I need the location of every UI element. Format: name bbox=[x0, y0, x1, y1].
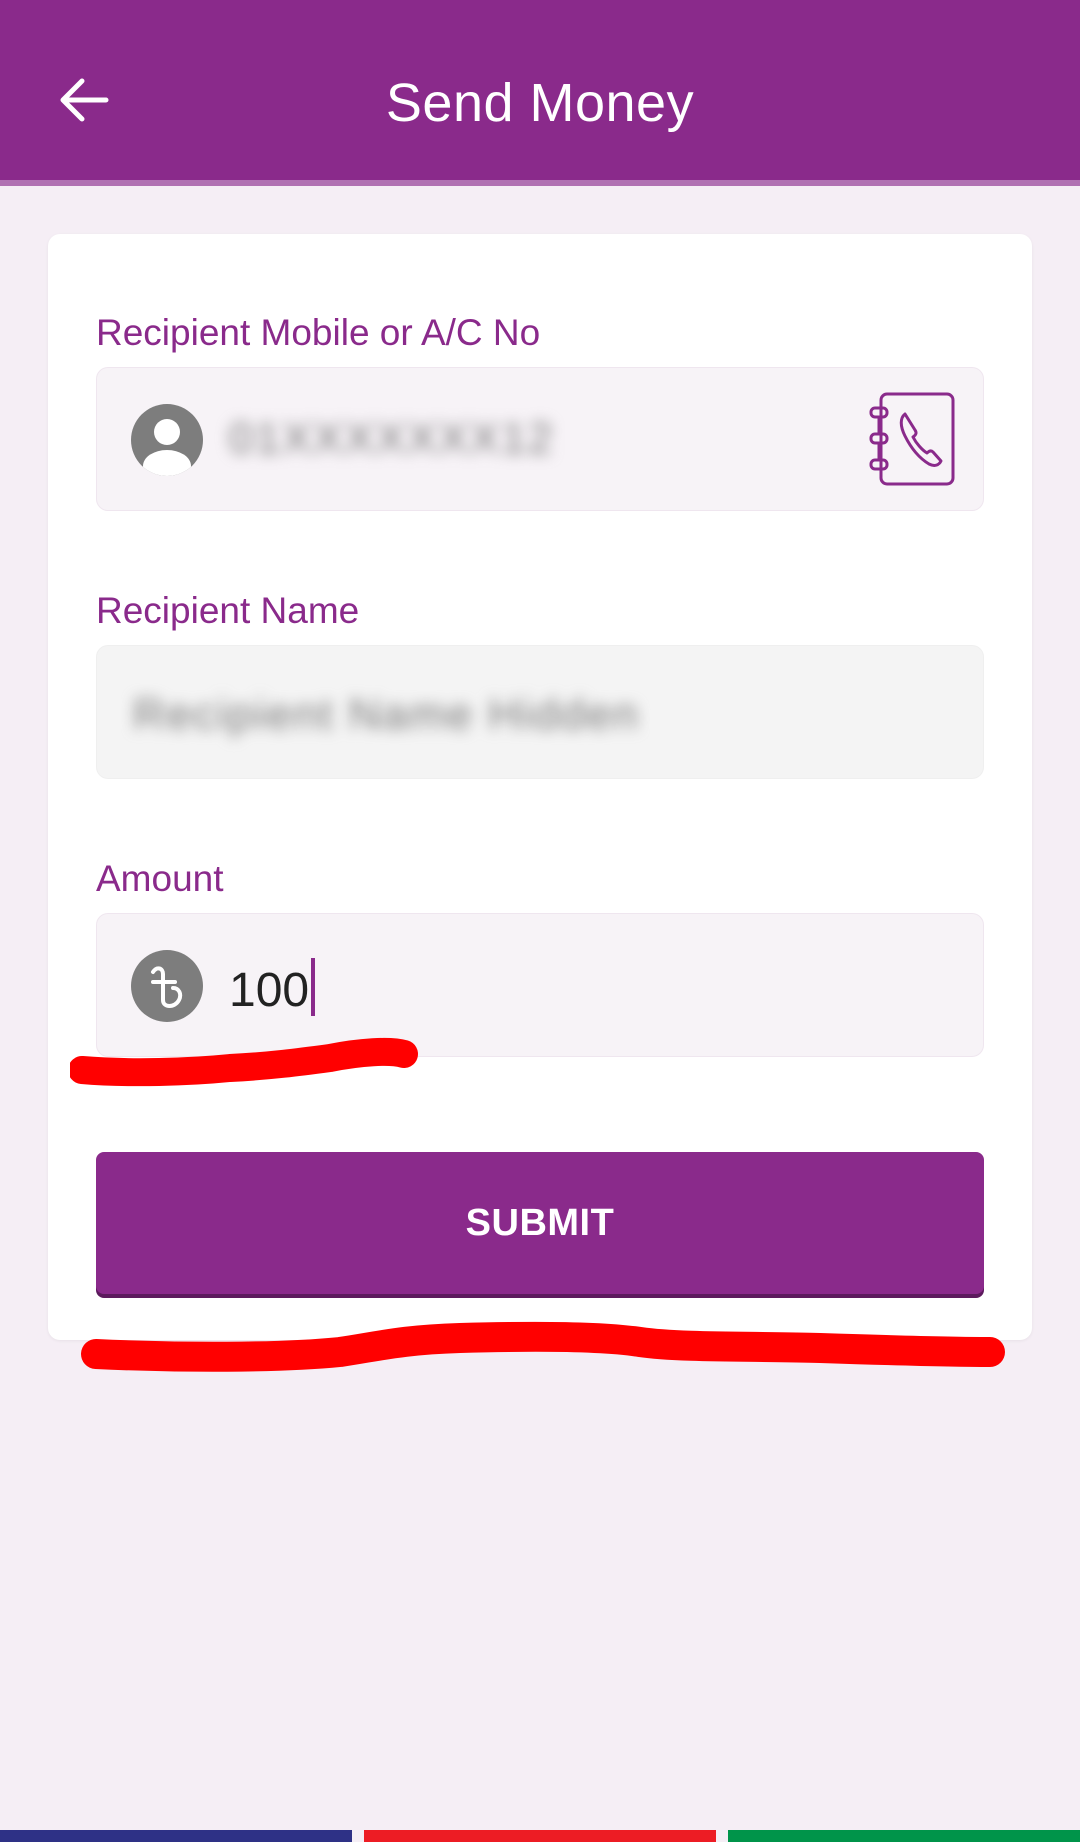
contacts-book-button[interactable] bbox=[867, 390, 957, 488]
amount-field[interactable]: 100 bbox=[96, 913, 984, 1057]
bottom-strip-blue bbox=[0, 1830, 352, 1842]
recipient-number-field[interactable]: 01XXXXXXX12 bbox=[96, 367, 984, 511]
recipient-number-value: 01XXXXXXX12 bbox=[229, 414, 555, 463]
taka-icon bbox=[131, 950, 203, 1022]
recipient-name-field: Recipient Name Hidden bbox=[96, 645, 984, 779]
recipient-name-label: Recipient Name bbox=[96, 590, 360, 631]
send-money-form-card: Recipient Mobile or A/C No 01XXXXXXX12 R… bbox=[48, 234, 1032, 1340]
recipient-name-value: Recipient Name Hidden bbox=[133, 690, 640, 739]
amount-value: 100 bbox=[229, 964, 310, 1017]
bottom-strip-red bbox=[364, 1830, 716, 1842]
amount-label: Amount bbox=[96, 858, 224, 899]
person-avatar-icon bbox=[131, 404, 203, 476]
recipient-number-label: Recipient Mobile or A/C No bbox=[96, 312, 541, 353]
text-caret bbox=[311, 958, 316, 1016]
page-title: Send Money bbox=[385, 73, 695, 133]
contacts-book-phone-icon bbox=[869, 392, 955, 486]
bottom-strip-green bbox=[728, 1830, 1080, 1842]
submit-button[interactable]: SUBMIT bbox=[96, 1152, 984, 1294]
amount-input[interactable]: 100 bbox=[229, 958, 316, 1018]
app-bar: Send Money bbox=[0, 0, 1080, 186]
